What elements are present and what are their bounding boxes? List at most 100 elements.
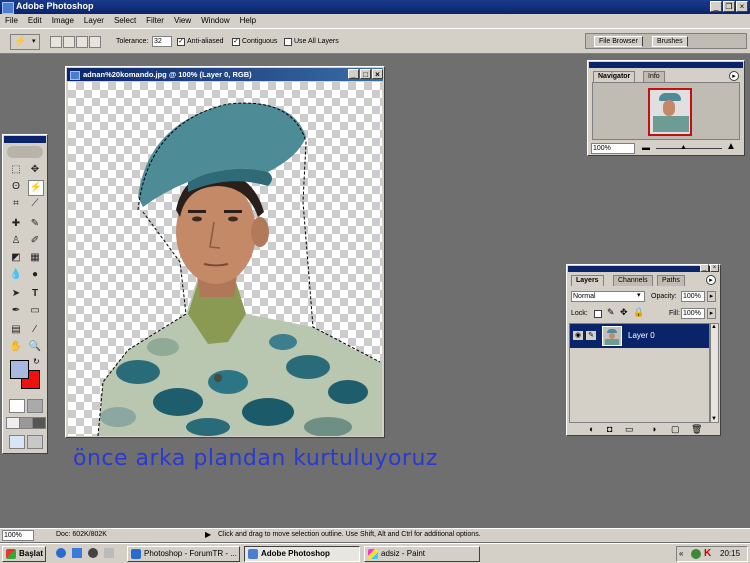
- blur-tool-icon[interactable]: 💧: [9, 268, 23, 282]
- menu-edit[interactable]: Edit: [23, 14, 47, 27]
- minimize-button[interactable]: _: [710, 1, 722, 12]
- anti-aliased-checkbox[interactable]: ✓: [177, 38, 185, 46]
- crop-tool-icon[interactable]: ⌗: [9, 197, 23, 211]
- taskbar-item-paint[interactable]: adsiz - Paint: [364, 546, 480, 562]
- eyedropper-tool-icon[interactable]: ⁄: [28, 323, 42, 337]
- desktop-quicklaunch-icon[interactable]: [104, 548, 114, 558]
- navigator-tab[interactable]: Navigator: [593, 71, 636, 82]
- foreground-color-swatch[interactable]: [10, 360, 29, 379]
- menu-image[interactable]: Image: [47, 14, 79, 27]
- move-tool-icon[interactable]: ✥: [28, 163, 42, 177]
- zoom-out-icon[interactable]: ▬: [642, 143, 650, 152]
- status-zoom-input[interactable]: 100%: [2, 530, 34, 541]
- menu-help[interactable]: Help: [235, 14, 261, 27]
- lasso-tool-icon[interactable]: ʘ: [9, 180, 23, 194]
- antivirus-tray-icon[interactable]: K: [704, 548, 711, 559]
- scroll-up-icon[interactable]: ▲: [711, 324, 717, 330]
- status-arrow-icon[interactable]: ▶: [205, 530, 211, 539]
- navigator-view-box[interactable]: [648, 88, 692, 136]
- fill-slider-arrow[interactable]: ▸: [707, 308, 716, 319]
- taskbar-item-photoshop[interactable]: Adobe Photoshop: [244, 546, 360, 562]
- intersect-selection-button[interactable]: [89, 36, 101, 48]
- adjustment-layer-icon[interactable]: ◑: [651, 424, 656, 434]
- blend-mode-select[interactable]: Normal: [571, 291, 645, 302]
- doc-maximize-button[interactable]: □: [360, 69, 371, 79]
- eye-icon[interactable]: ◉: [573, 331, 583, 340]
- screen-mode-full-icon[interactable]: [32, 417, 46, 429]
- tray-clock[interactable]: 20:15: [720, 549, 740, 558]
- paths-tab[interactable]: Paths: [657, 275, 685, 286]
- screen-mode-full-menu-icon[interactable]: [19, 417, 33, 429]
- trash-icon[interactable]: 🗑: [691, 424, 702, 435]
- shape-tool-icon[interactable]: ▭: [28, 304, 42, 318]
- file-browser-tab[interactable]: File Browser: [594, 36, 643, 47]
- menu-filter[interactable]: Filter: [141, 14, 169, 27]
- lock-paint-icon[interactable]: ✎: [607, 307, 615, 318]
- zoom-slider-handle[interactable]: ▲: [680, 144, 687, 151]
- lock-transparency-checkbox[interactable]: [594, 310, 602, 318]
- panel-menu-icon[interactable]: ▸: [729, 71, 739, 81]
- magic-wand-tool-icon[interactable]: ⚡: [28, 180, 44, 196]
- menu-file[interactable]: File: [0, 14, 23, 27]
- opacity-slider-arrow[interactable]: ▸: [707, 291, 716, 302]
- lock-all-icon[interactable]: 🔒: [633, 307, 644, 318]
- outlook-quicklaunch-icon[interactable]: [72, 548, 82, 558]
- zoom-tool-icon[interactable]: 🔍: [28, 340, 42, 354]
- start-button[interactable]: Başlat: [2, 546, 46, 562]
- brushes-tab[interactable]: Brushes: [652, 36, 688, 47]
- eraser-tool-icon[interactable]: ◩: [9, 251, 23, 265]
- layers-menu-icon[interactable]: ▸: [706, 275, 716, 285]
- menu-layer[interactable]: Layer: [79, 14, 109, 27]
- layer-row[interactable]: ◉ ✎ Layer 0: [570, 324, 709, 348]
- restore-button[interactable]: ❐: [723, 1, 735, 12]
- doc-minimize-button[interactable]: _: [348, 69, 359, 79]
- layer-style-icon[interactable]: ◐: [589, 424, 594, 434]
- adobe-online-button[interactable]: [7, 146, 43, 158]
- pen-tool-icon[interactable]: ✒: [9, 304, 23, 318]
- layers-minimize-button[interactable]: _: [700, 264, 709, 272]
- zoom-slider[interactable]: [656, 148, 722, 149]
- jump-to-imageready-icon[interactable]: [9, 435, 25, 449]
- lock-move-icon[interactable]: ✥: [620, 307, 628, 318]
- new-set-icon[interactable]: ▭: [625, 424, 634, 435]
- brush-link-icon[interactable]: ✎: [586, 331, 596, 340]
- jump-to-app-icon[interactable]: [27, 435, 43, 449]
- layers-tab[interactable]: Layers: [571, 275, 604, 286]
- layers-scrollbar[interactable]: ▲ ▼: [710, 323, 719, 423]
- standard-mode-icon[interactable]: [9, 399, 25, 413]
- opacity-input[interactable]: 100%: [681, 291, 705, 302]
- layers-close-button[interactable]: ×: [710, 264, 719, 272]
- fill-input[interactable]: 100%: [681, 308, 705, 319]
- contiguous-checkbox[interactable]: ✓: [232, 38, 240, 46]
- new-selection-button[interactable]: [50, 36, 62, 48]
- navigator-zoom-input[interactable]: 100%: [591, 143, 635, 154]
- tolerance-input[interactable]: 32: [152, 36, 172, 47]
- swap-colors-icon[interactable]: ↻: [33, 357, 40, 366]
- healing-brush-icon[interactable]: ✚: [9, 217, 23, 231]
- menu-view[interactable]: View: [169, 14, 196, 27]
- new-layer-icon[interactable]: ▢: [671, 424, 680, 435]
- info-tab[interactable]: Info: [643, 71, 665, 82]
- gradient-tool-icon[interactable]: ▦: [28, 251, 42, 265]
- tray-expand-icon[interactable]: «: [679, 549, 683, 558]
- taskbar-item-forumtr[interactable]: Photoshop - ForumTR - ...: [127, 546, 240, 562]
- screen-mode-standard-icon[interactable]: [6, 417, 20, 429]
- path-selection-icon[interactable]: ➤: [9, 287, 23, 301]
- media-player-quicklaunch-icon[interactable]: [88, 548, 98, 558]
- scroll-down-icon[interactable]: ▼: [711, 416, 717, 422]
- brush-tool-icon[interactable]: ✎: [28, 217, 42, 231]
- tool-preset-picker[interactable]: ⚡ ▾: [10, 34, 40, 50]
- slice-tool-icon[interactable]: ⟋: [28, 197, 42, 211]
- type-tool-icon[interactable]: T: [28, 287, 42, 301]
- doc-close-button[interactable]: ×: [372, 69, 383, 79]
- image-canvas[interactable]: [68, 82, 382, 436]
- history-brush-icon[interactable]: ✐: [28, 234, 42, 248]
- zoom-in-icon[interactable]: ▲: [726, 141, 736, 152]
- messenger-tray-icon[interactable]: [691, 549, 701, 559]
- hand-tool-icon[interactable]: ✋: [9, 340, 23, 354]
- dodge-tool-icon[interactable]: ●: [28, 268, 42, 282]
- clone-stamp-icon[interactable]: ♙: [9, 234, 23, 248]
- ie-quicklaunch-icon[interactable]: [56, 548, 66, 558]
- menu-window[interactable]: Window: [196, 14, 234, 27]
- use-all-layers-checkbox[interactable]: [284, 38, 292, 46]
